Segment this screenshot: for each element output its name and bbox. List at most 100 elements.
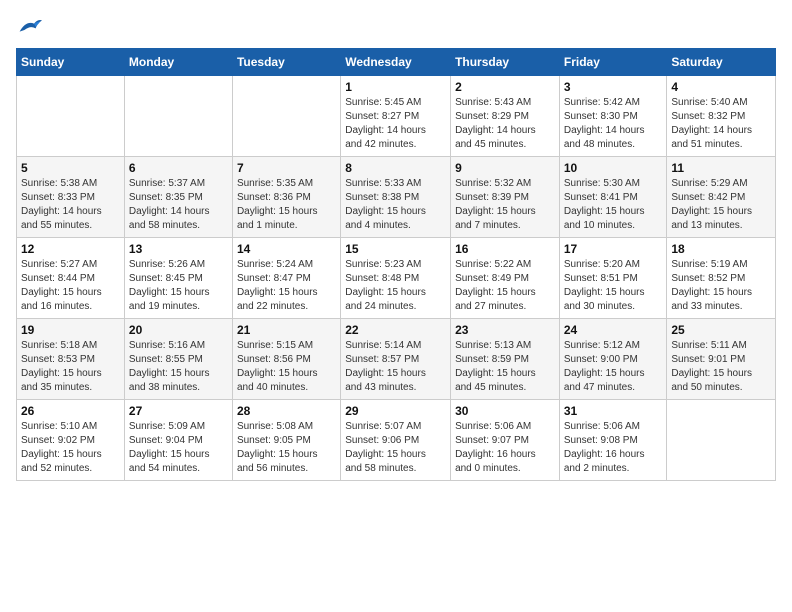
table-row: 19Sunrise: 5:18 AMSunset: 8:53 PMDayligh… (17, 319, 125, 400)
table-row: 25Sunrise: 5:11 AMSunset: 9:01 PMDayligh… (667, 319, 776, 400)
table-row: 3 Sunrise: 5:42 AMSunset: 8:30 PMDaylight… (559, 76, 667, 157)
day-info: Sunrise: 5:29 AMSunset: 8:42 PMDaylight:… (671, 177, 771, 233)
day-info: Sunrise: 5:27 AMSunset: 8:44 PMDaylight:… (21, 258, 120, 314)
table-row: 22 Sunrise: 5:14 AMSunset: 8:57 PMDayligh… (341, 319, 451, 400)
calendar-body: 1 Sunrise: 5:45 AMSunset: 8:27 PMDaylight… (17, 76, 776, 481)
table-row: 6 Sunrise: 5:37 AMSunset: 8:35 PMDaylight… (124, 157, 232, 238)
day-number: 9 (455, 161, 555, 175)
table-row: 30 Sunrise: 5:06 AMSunset: 9:07 PMDayligh… (451, 400, 560, 481)
day-number: 24 (564, 323, 663, 337)
day-info: Sunrise: 5:07 AMSunset: 9:06 PMDaylight:… (345, 420, 446, 476)
day-number: 18 (671, 242, 771, 256)
day-number: 26 (21, 404, 120, 418)
day-number: 27 (129, 404, 228, 418)
day-number: 25 (671, 323, 771, 337)
calendar-header: Sunday Monday Tuesday Wednesday Thursday… (17, 49, 776, 76)
header-friday: Friday (559, 49, 667, 76)
day-number: 17 (564, 242, 663, 256)
day-info: Sunrise: 5:23 AMSunset: 8:48 PMDaylight:… (345, 258, 446, 314)
day-number: 31 (564, 404, 663, 418)
day-number: 4 (671, 80, 771, 94)
day-info: Sunrise: 5:06 AMSunset: 9:08 PMDaylight:… (564, 420, 663, 476)
day-number: 22 (345, 323, 446, 337)
day-info: Sunrise: 5:37 AMSunset: 8:35 PMDaylight:… (129, 177, 228, 233)
day-info: Sunrise: 5:24 AMSunset: 8:47 PMDaylight:… (237, 258, 336, 314)
day-number: 2 (455, 80, 555, 94)
day-info: Sunrise: 5:26 AMSunset: 8:45 PMDaylight:… (129, 258, 228, 314)
day-info: Sunrise: 5:13 AMSunset: 8:59 PMDaylight:… (455, 339, 555, 395)
table-row: 21 Sunrise: 5:15 AMSunset: 8:56 PMDayligh… (232, 319, 340, 400)
day-number: 30 (455, 404, 555, 418)
day-number: 28 (237, 404, 336, 418)
day-info: Sunrise: 5:32 AMSunset: 8:39 PMDaylight:… (455, 177, 555, 233)
table-row: 1 Sunrise: 5:45 AMSunset: 8:27 PMDaylight… (341, 76, 451, 157)
table-row: 15 Sunrise: 5:23 AMSunset: 8:48 PMDayligh… (341, 238, 451, 319)
table-row: 20 Sunrise: 5:16 AMSunset: 8:55 PMDayligh… (124, 319, 232, 400)
logo-bird-icon (18, 16, 42, 36)
day-number: 8 (345, 161, 446, 175)
table-row: 11 Sunrise: 5:29 AMSunset: 8:42 PMDayligh… (667, 157, 776, 238)
table-row: 17 Sunrise: 5:20 AMSunset: 8:51 PMDayligh… (559, 238, 667, 319)
day-info: Sunrise: 5:35 AMSunset: 8:36 PMDaylight:… (237, 177, 336, 233)
day-info: Sunrise: 5:19 AMSunset: 8:52 PMDaylight:… (671, 258, 771, 314)
table-row: 8Sunrise: 5:33 AMSunset: 8:38 PMDaylight… (341, 157, 451, 238)
day-number: 29 (345, 404, 446, 418)
table-row: 4 Sunrise: 5:40 AMSunset: 8:32 PMDaylight… (667, 76, 776, 157)
day-info: Sunrise: 5:22 AMSunset: 8:49 PMDaylight:… (455, 258, 555, 314)
day-info: Sunrise: 5:40 AMSunset: 8:32 PMDaylight:… (671, 96, 771, 152)
day-info: Sunrise: 5:12 AMSunset: 9:00 PMDaylight:… (564, 339, 663, 395)
calendar-week-row: 12 Sunrise: 5:27 AMSunset: 8:44 PMDayligh… (17, 238, 776, 319)
day-number: 21 (237, 323, 336, 337)
day-number: 7 (237, 161, 336, 175)
table-row: 16 Sunrise: 5:22 AMSunset: 8:49 PMDayligh… (451, 238, 560, 319)
table-row: 7 Sunrise: 5:35 AMSunset: 8:36 PMDaylight… (232, 157, 340, 238)
day-info: Sunrise: 5:42 AMSunset: 8:30 PMDaylight:… (564, 96, 663, 152)
day-number: 15 (345, 242, 446, 256)
day-info: Sunrise: 5:20 AMSunset: 8:51 PMDaylight:… (564, 258, 663, 314)
header-wednesday: Wednesday (341, 49, 451, 76)
table-row: 13 Sunrise: 5:26 AMSunset: 8:45 PMDayligh… (124, 238, 232, 319)
header-saturday: Saturday (667, 49, 776, 76)
day-info: Sunrise: 5:43 AMSunset: 8:29 PMDaylight:… (455, 96, 555, 152)
day-number: 1 (345, 80, 446, 94)
day-number: 6 (129, 161, 228, 175)
table-row (232, 76, 340, 157)
calendar-week-row: 1 Sunrise: 5:45 AMSunset: 8:27 PMDaylight… (17, 76, 776, 157)
calendar-table: Sunday Monday Tuesday Wednesday Thursday… (16, 48, 776, 481)
day-number: 12 (21, 242, 120, 256)
day-number: 14 (237, 242, 336, 256)
day-info: Sunrise: 5:45 AMSunset: 8:27 PMDaylight:… (345, 96, 446, 152)
table-row: 9 Sunrise: 5:32 AMSunset: 8:39 PMDaylight… (451, 157, 560, 238)
day-info: Sunrise: 5:30 AMSunset: 8:41 PMDaylight:… (564, 177, 663, 233)
table-row: 29 Sunrise: 5:07 AMSunset: 9:06 PMDayligh… (341, 400, 451, 481)
table-row: 28 Sunrise: 5:08 AMSunset: 9:05 PMDayligh… (232, 400, 340, 481)
day-number: 11 (671, 161, 771, 175)
table-row: 18 Sunrise: 5:19 AMSunset: 8:52 PMDayligh… (667, 238, 776, 319)
table-row (667, 400, 776, 481)
day-number: 3 (564, 80, 663, 94)
calendar-week-row: 19Sunrise: 5:18 AMSunset: 8:53 PMDayligh… (17, 319, 776, 400)
table-row: 5Sunrise: 5:38 AMSunset: 8:33 PMDaylight… (17, 157, 125, 238)
day-number: 20 (129, 323, 228, 337)
table-row: 24 Sunrise: 5:12 AMSunset: 9:00 PMDayligh… (559, 319, 667, 400)
header-sunday: Sunday (17, 49, 125, 76)
day-info: Sunrise: 5:08 AMSunset: 9:05 PMDaylight:… (237, 420, 336, 476)
table-row: 14 Sunrise: 5:24 AMSunset: 8:47 PMDayligh… (232, 238, 340, 319)
day-info: Sunrise: 5:06 AMSunset: 9:07 PMDaylight:… (455, 420, 555, 476)
day-info: Sunrise: 5:10 AMSunset: 9:02 PMDaylight:… (21, 420, 120, 476)
day-info: Sunrise: 5:14 AMSunset: 8:57 PMDaylight:… (345, 339, 446, 395)
day-info: Sunrise: 5:38 AMSunset: 8:33 PMDaylight:… (21, 177, 120, 233)
day-info: Sunrise: 5:16 AMSunset: 8:55 PMDaylight:… (129, 339, 228, 395)
header-monday: Monday (124, 49, 232, 76)
day-number: 23 (455, 323, 555, 337)
table-row: 23 Sunrise: 5:13 AMSunset: 8:59 PMDayligh… (451, 319, 560, 400)
day-number: 16 (455, 242, 555, 256)
calendar-week-row: 5Sunrise: 5:38 AMSunset: 8:33 PMDaylight… (17, 157, 776, 238)
day-number: 19 (21, 323, 120, 337)
table-row: 12 Sunrise: 5:27 AMSunset: 8:44 PMDayligh… (17, 238, 125, 319)
day-info: Sunrise: 5:15 AMSunset: 8:56 PMDaylight:… (237, 339, 336, 395)
day-number: 13 (129, 242, 228, 256)
table-row: 27Sunrise: 5:09 AMSunset: 9:04 PMDayligh… (124, 400, 232, 481)
calendar-week-row: 26 Sunrise: 5:10 AMSunset: 9:02 PMDayligh… (17, 400, 776, 481)
day-number: 10 (564, 161, 663, 175)
